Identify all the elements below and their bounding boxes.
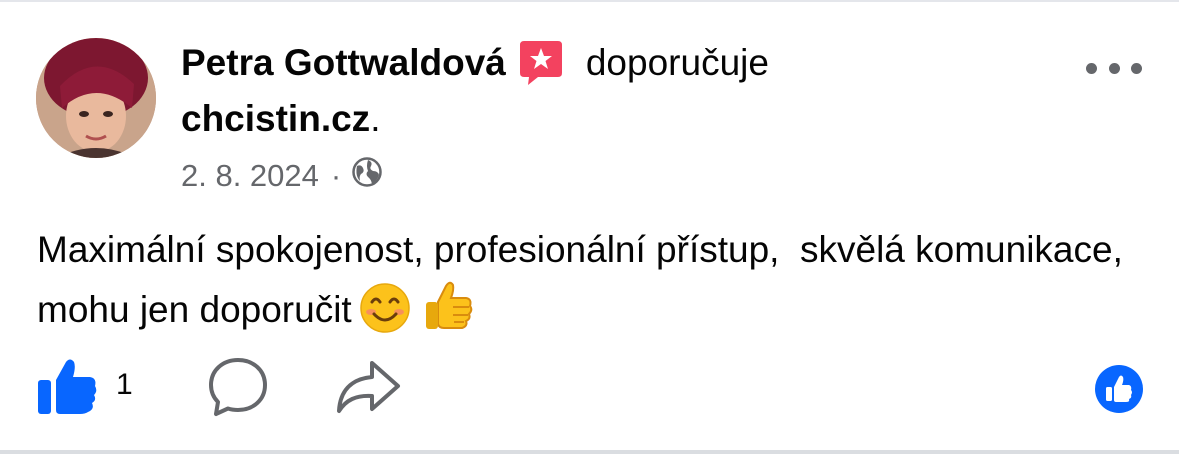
meta-separator: · xyxy=(330,158,342,193)
post-date[interactable]: 2. 8. 2024 xyxy=(181,158,319,194)
post-header: Petra Gottwaldová doporučuje xyxy=(181,38,769,88)
recommend-icon xyxy=(518,39,564,87)
dot-icon xyxy=(1108,62,1120,74)
like-reaction-icon[interactable] xyxy=(1094,364,1144,414)
recommends-text: doporučuje xyxy=(585,42,769,83)
action-bar: 1 xyxy=(0,350,1179,422)
thumbs-up-emoji xyxy=(420,278,476,350)
like-icon[interactable] xyxy=(36,358,98,416)
post-message: Maximální spokojenost, profesionální pří… xyxy=(37,229,1134,330)
comment-icon[interactable] xyxy=(206,356,270,418)
divider xyxy=(0,450,1179,454)
share-icon[interactable] xyxy=(334,358,402,416)
post-text: Maximální spokojenost, profesionální pří… xyxy=(37,222,1147,350)
globe-icon xyxy=(351,156,383,196)
dot-icon xyxy=(1131,62,1142,74)
smiling-face-emoji xyxy=(358,282,414,350)
like-count: 1 xyxy=(116,368,133,401)
more-options-button[interactable] xyxy=(1086,56,1142,80)
page-name-link[interactable]: chcistin.cz xyxy=(181,98,370,139)
recommended-page: chcistin.cz. xyxy=(181,98,380,140)
avatar[interactable] xyxy=(36,38,156,158)
post-meta: 2. 8. 2024 · xyxy=(181,156,383,196)
dot-icon xyxy=(1086,62,1097,74)
divider xyxy=(0,0,1179,2)
page-suffix: . xyxy=(370,98,381,139)
author-name[interactable]: Petra Gottwaldová xyxy=(181,42,506,84)
recommendation-post: Petra Gottwaldová doporučuje chcistin.cz… xyxy=(0,0,1179,454)
